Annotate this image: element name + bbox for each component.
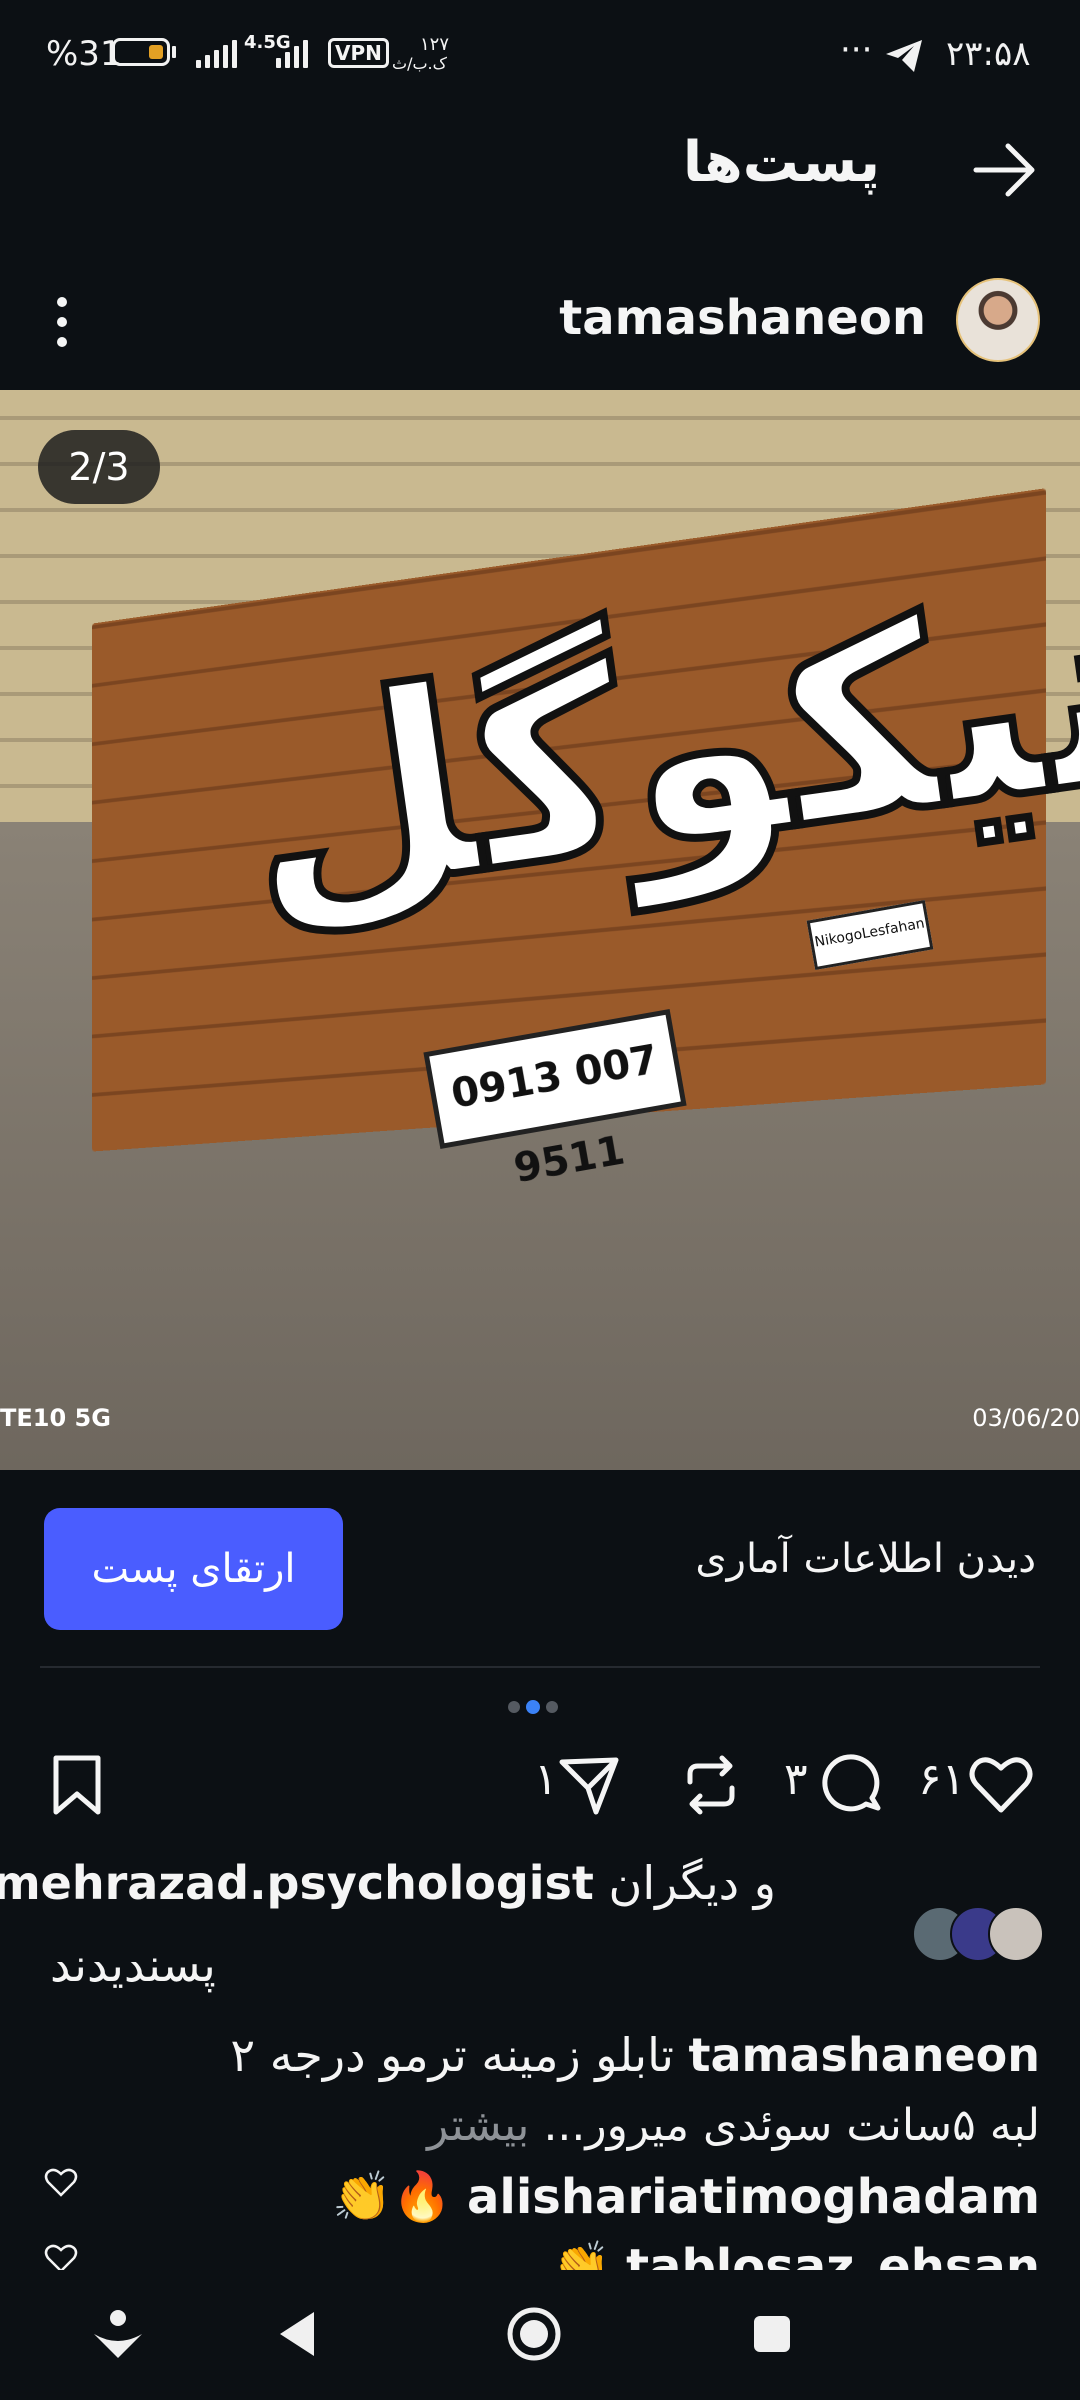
promote-button[interactable]: ارتقای پست — [44, 1508, 343, 1630]
page-title: پست‌ها — [682, 130, 880, 195]
liked-by-text[interactable]: و دیگران mehrazad.psychologist — [0, 1856, 776, 1910]
liked-by-suffix: پسندیدند — [50, 1938, 216, 1992]
avatar[interactable] — [956, 278, 1040, 362]
bookmark-icon[interactable] — [46, 1752, 112, 1818]
liked-by-user[interactable]: mehrazad.psychologist — [0, 1856, 594, 1910]
watermark-left: TE10 5G — [0, 1404, 111, 1432]
battery-icon — [112, 38, 170, 66]
caption-text-1: تابلو زمینه ترمو درجه ۲ — [230, 2028, 674, 2082]
carousel-dots — [508, 1700, 558, 1714]
status-overflow: ··· — [840, 30, 873, 70]
comment-preview[interactable]: alishariatimoghadam 🔥👏 — [332, 2168, 1040, 2225]
nav-recents-icon[interactable] — [742, 2304, 802, 2364]
battery-percent: %31 — [46, 34, 122, 74]
watermark-right: 03/06/20 — [972, 1404, 1080, 1432]
telegram-icon — [886, 40, 922, 72]
avatar — [988, 1906, 1044, 1962]
comment-text: 🔥👏 — [332, 2169, 452, 2225]
signal-icon-2 — [276, 40, 308, 68]
share-icon[interactable] — [556, 1752, 622, 1818]
liked-by-others: و دیگران — [608, 1856, 776, 1910]
comment-user[interactable]: alishariatimoghadam — [467, 2169, 1040, 2225]
caption-more-link[interactable]: بیشتر — [427, 2100, 529, 2151]
post-username[interactable]: tamashaneon — [559, 290, 926, 346]
share-count: ۱ — [534, 1754, 558, 1805]
comment-icon[interactable] — [820, 1752, 886, 1818]
nav-download-icon[interactable] — [88, 2304, 148, 2364]
signal-icon — [196, 40, 237, 68]
comment-like-icon[interactable] — [44, 2168, 78, 2198]
carousel-dot — [546, 1701, 558, 1713]
repost-icon[interactable] — [678, 1752, 744, 1818]
clock: ۲۳:۵۸ — [946, 34, 1031, 74]
caption-text-2: لبه ۵سانت سوئدی میرور... — [543, 2100, 1040, 2151]
comment-count: ۳ — [784, 1754, 808, 1805]
carousel-dot-active — [526, 1700, 540, 1714]
carousel-dot — [508, 1701, 520, 1713]
carousel-counter: 2/3 — [38, 430, 160, 504]
caption-line-1: tamashaneon تابلو زمینه ترمو درجه ۲ — [230, 2028, 1040, 2082]
like-count: ۶۱ — [918, 1754, 966, 1805]
heart-icon[interactable] — [968, 1752, 1034, 1818]
post-image[interactable]: نیکوگل 0913 007 9511 NikogoLesfahan 2/3 … — [0, 390, 1080, 1470]
nav-home-icon[interactable] — [504, 2304, 564, 2364]
caption-user[interactable]: tamashaneon — [689, 2028, 1040, 2082]
back-arrow-icon[interactable] — [970, 140, 1040, 200]
caption-line-2: لبه ۵سانت سوئدی میرور... بیشتر — [427, 2100, 1040, 2151]
liked-by-avatars[interactable] — [912, 1906, 1044, 1962]
status-bar: %31 4.5G VPN ۱۲۷ ک.ب/ث ··· ۲۳:۵۸ — [0, 0, 1080, 110]
data-rate: ۱۲۷ — [420, 34, 450, 55]
data-unit: ک.ب/ث — [392, 54, 447, 73]
nav-back-icon[interactable] — [270, 2304, 330, 2364]
view-insights-link[interactable]: دیدن اطلاعات آماری — [695, 1536, 1036, 1582]
divider — [40, 1666, 1040, 1668]
more-vertical-icon[interactable] — [52, 296, 72, 348]
vpn-badge: VPN — [328, 38, 389, 68]
